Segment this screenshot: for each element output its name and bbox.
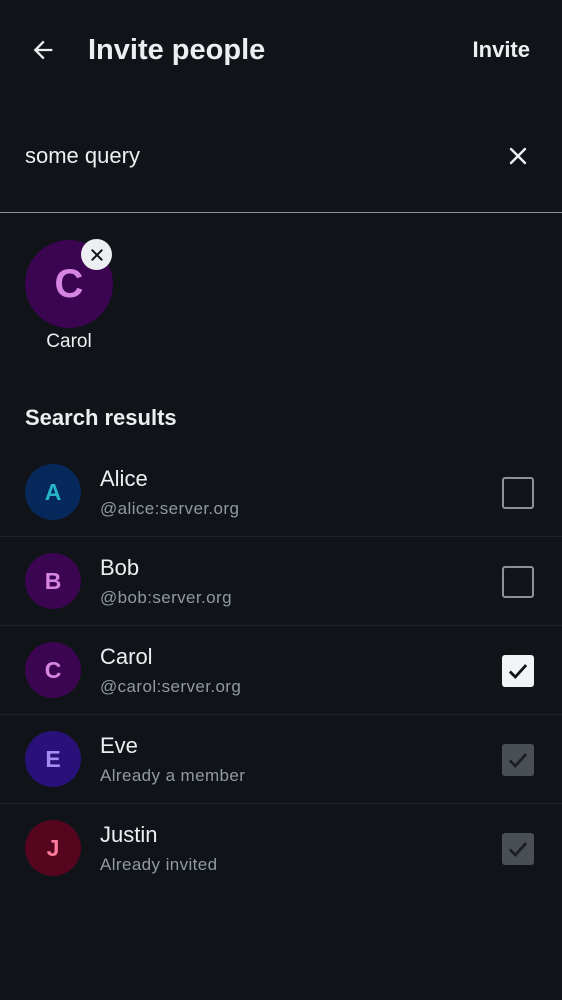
selected-user-chip: C Carol (25, 239, 145, 360)
remove-selected-user-button[interactable] (81, 239, 112, 270)
close-icon (509, 147, 527, 165)
user-name: Justin (100, 822, 158, 847)
select-checkbox[interactable] (502, 477, 534, 509)
page-title: Invite people (88, 34, 266, 66)
select-checkbox (502, 833, 534, 865)
section-title: Search results (25, 405, 177, 430)
list-item[interactable]: C Carol @carol:server.org (0, 626, 562, 715)
checkmark-icon (508, 842, 528, 857)
avatar: A (25, 464, 81, 520)
invite-button[interactable]: Invite (473, 34, 530, 66)
membership-status: Already invited (100, 855, 218, 874)
clear-search-button[interactable] (502, 140, 534, 172)
search-results-list: A Alice @alice:server.org B Bob @bob:ser… (0, 448, 562, 892)
user-name: Carol (100, 644, 153, 669)
arrow-left-icon (33, 40, 53, 60)
checkmark-icon (508, 664, 528, 679)
avatar: C (25, 642, 81, 698)
avatar: E (25, 731, 81, 787)
list-item[interactable]: A Alice @alice:server.org (0, 448, 562, 537)
list-item: E Eve Already a member (0, 715, 562, 804)
search-bar (0, 112, 562, 213)
user-name: Alice (100, 466, 148, 491)
search-input[interactable] (25, 138, 465, 174)
close-icon (90, 248, 103, 261)
checkmark-icon (508, 753, 528, 768)
user-name: Bob (100, 555, 140, 580)
select-checkbox[interactable] (502, 655, 534, 687)
top-app-bar: Invite people Invite (0, 0, 562, 100)
avatar: J (25, 820, 81, 876)
user-name: Eve (100, 733, 138, 758)
user-id: @bob:server.org (100, 588, 232, 607)
avatar: B (25, 553, 81, 609)
user-id: @carol:server.org (100, 677, 242, 696)
selected-user-name: Carol (46, 331, 92, 352)
user-id: @alice:server.org (100, 499, 240, 518)
back-button[interactable] (25, 32, 61, 68)
select-checkbox[interactable] (502, 566, 534, 598)
list-item[interactable]: B Bob @bob:server.org (0, 537, 562, 626)
select-checkbox (502, 744, 534, 776)
list-item: J Justin Already invited (0, 804, 562, 892)
membership-status: Already a member (100, 766, 246, 785)
